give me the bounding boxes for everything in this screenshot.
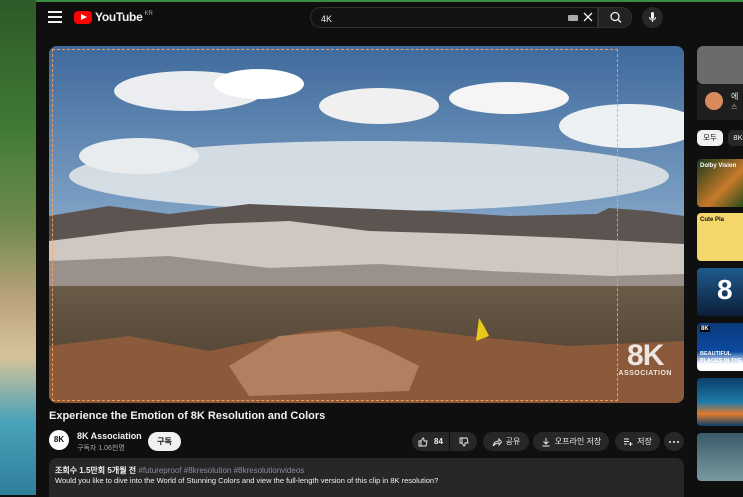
video-frame-landscape <box>49 46 684 403</box>
share-label: 공유 <box>505 437 521 446</box>
like-count: 84 <box>434 437 443 446</box>
description-text: Would you like to dive into the World of… <box>55 476 439 485</box>
hashtags[interactable]: #futureproof #8kresolution #8kresolution… <box>138 466 304 475</box>
search-input[interactable] <box>319 10 563 27</box>
desktop-background <box>0 0 36 495</box>
keyboard-icon[interactable] <box>568 15 578 21</box>
logo-text: YouTube <box>95 10 143 24</box>
save-label: 저장 <box>637 437 652 446</box>
voice-search-button[interactable] <box>642 7 663 28</box>
download-icon <box>542 437 550 446</box>
thumbs-up-icon <box>418 437 428 446</box>
video-title: Experience the Emotion of 8K Resolution … <box>49 410 326 422</box>
watermark-brand: 8K <box>627 339 664 372</box>
channel-name[interactable]: 8K Association <box>77 431 142 441</box>
watermark-8k-association: 8K ASSOCIATION <box>618 339 672 378</box>
thumbs-down-icon <box>459 437 469 446</box>
sidebar-thumbnail-5[interactable] <box>697 378 743 426</box>
thumb-label: Dolby Vision <box>700 163 737 169</box>
video-player[interactable]: 8K ASSOCIATION <box>49 46 684 403</box>
sidebar-channel-avatar <box>705 92 723 110</box>
sidebar-channel-title: 에 <box>731 92 739 101</box>
sidebar-thumbnail-6[interactable] <box>697 433 743 481</box>
search-box <box>310 7 598 28</box>
watermark-brand-sub: ASSOCIATION <box>618 370 672 377</box>
offline-save-button[interactable]: 오프라인 저장 <box>533 432 609 451</box>
save-playlist-button[interactable]: 저장 <box>615 432 660 451</box>
description-box[interactable]: 조회수 1.5만회 5개월 전 #futureproof #8kresoluti… <box>49 458 684 497</box>
thumb-caption: BEAUTIFUL PLACES IN THE WORLD <box>700 351 742 371</box>
top-header: YouTube KR <box>36 2 743 34</box>
sidebar-ad-banner[interactable] <box>697 46 743 84</box>
channel-avatar[interactable]: 8K <box>49 430 69 450</box>
sidebar-thumbnail-3[interactable]: 8 <box>697 268 743 316</box>
more-actions-button[interactable] <box>664 432 684 451</box>
chip-all[interactable]: 모두 <box>697 130 723 146</box>
clear-search-icon[interactable] <box>582 11 594 23</box>
microphone-icon <box>649 12 656 22</box>
sidebar-thumbnail-2[interactable]: Cute Pla <box>697 213 743 261</box>
play-logo-icon <box>74 10 92 24</box>
search-button[interactable] <box>598 7 632 28</box>
sidebar-thumbnail-4[interactable]: 8K BEAUTIFUL PLACES IN THE WORLD <box>697 323 743 371</box>
search-icon <box>610 11 622 23</box>
subscribe-button[interactable]: 구독 <box>148 432 181 451</box>
playlist-add-icon <box>624 438 633 446</box>
logo-region: KR <box>144 11 153 17</box>
upload-age: 5개월 전 <box>107 466 137 475</box>
share-arrow-icon <box>492 437 502 446</box>
description-meta: 조회수 1.5만회 5개월 전 #futureproof #8kresoluti… <box>55 465 304 476</box>
like-button[interactable]: 84 <box>412 432 449 451</box>
chip-8k[interactable]: 8K <box>728 130 743 146</box>
more-horizontal-icon <box>669 440 679 443</box>
subscriber-count: 구독자 1.06천명 <box>77 445 125 452</box>
thumb-badge: 8K <box>700 326 710 332</box>
share-button[interactable]: 공유 <box>483 432 529 451</box>
sidebar-channel-sub: 스 <box>731 104 738 111</box>
youtube-logo[interactable]: YouTube KR <box>74 10 153 24</box>
offline-save-label: 오프라인 저장 <box>554 437 602 446</box>
hamburger-menu-icon[interactable] <box>48 11 62 23</box>
browser-window: YouTube KR 4K 8K ASSOCIATION Experience … <box>36 0 743 497</box>
sidebar-thumbnail-1[interactable]: Dolby Vision <box>697 159 743 207</box>
view-count: 조회수 1.5만회 <box>55 466 106 475</box>
thumb-label: 8 <box>717 274 733 305</box>
dislike-button[interactable] <box>450 432 477 451</box>
thumb-label: Cute Pla <box>700 217 725 223</box>
